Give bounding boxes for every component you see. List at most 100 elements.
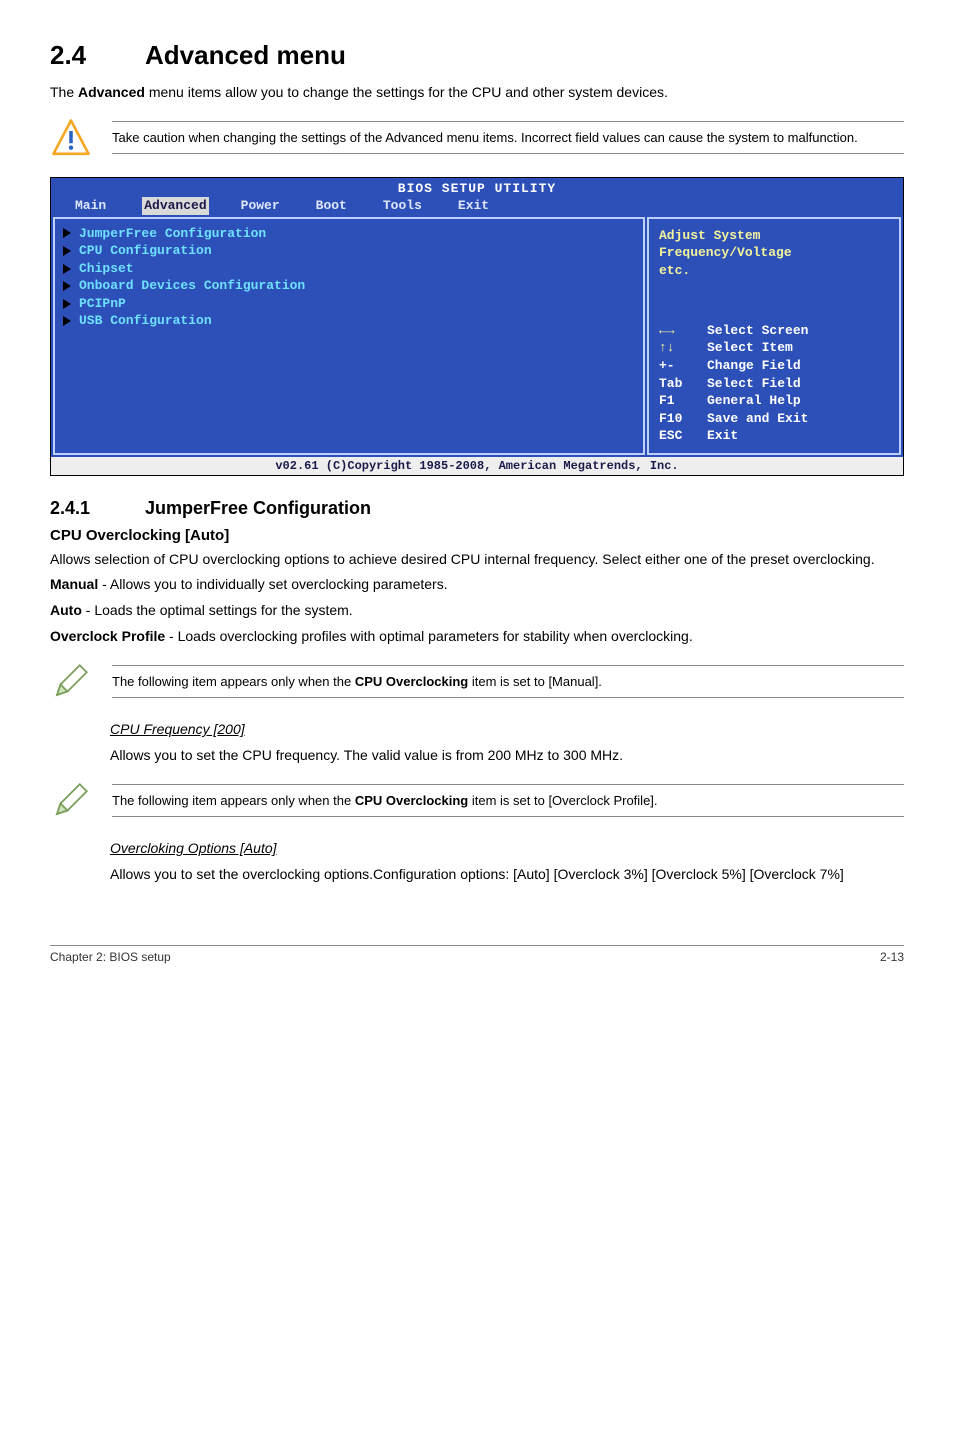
ocp-text: - Loads overclocking profiles with optim… bbox=[165, 628, 693, 644]
bios-key: ESC bbox=[659, 427, 707, 445]
bios-item-jumperfree: JumperFree Configuration bbox=[63, 225, 635, 243]
bios-help-text: Adjust System Frequency/Voltage etc. bbox=[659, 227, 889, 280]
note1-suffix: item is set to [Manual]. bbox=[468, 674, 602, 689]
bios-screenshot: BIOS SETUP UTILITY Main Advanced Power B… bbox=[50, 177, 904, 476]
bios-menu-power: Power bbox=[241, 197, 298, 215]
bios-key: F1 bbox=[659, 392, 707, 410]
caution-callout: Take caution when changing the settings … bbox=[50, 117, 904, 159]
note-callout-1: The following item appears only when the… bbox=[50, 660, 904, 702]
note2-suffix: item is set to [Overclock Profile]. bbox=[468, 793, 657, 808]
bios-key-row: TabSelect Field bbox=[659, 375, 889, 393]
bios-key: ←→ bbox=[659, 322, 707, 340]
bios-key: ↑↓ bbox=[659, 339, 707, 357]
bios-item-cpuconfig: CPU Configuration bbox=[63, 242, 635, 260]
subsection-heading: 2.4.1JumperFree Configuration bbox=[50, 498, 904, 519]
intro-bold: Advanced bbox=[78, 84, 145, 100]
manual-line: Manual - Allows you to individually set … bbox=[50, 575, 904, 595]
bios-key-row: +-Change Field bbox=[659, 357, 889, 375]
bios-key-desc: Select Item bbox=[707, 339, 793, 357]
bios-help-line: etc. bbox=[659, 262, 889, 280]
oc-options-text: Allows you to set the overclocking optio… bbox=[110, 865, 904, 885]
bios-key: +- bbox=[659, 357, 707, 375]
bios-key: Tab bbox=[659, 375, 707, 393]
note-text-2: The following item appears only when the… bbox=[112, 784, 904, 817]
subsection-num: 2.4.1 bbox=[50, 498, 145, 519]
page-heading: 2.4Advanced menu bbox=[50, 40, 904, 71]
heading-title: Advanced menu bbox=[145, 40, 346, 70]
ocp-label: Overclock Profile bbox=[50, 628, 165, 644]
bios-help-line: Frequency/Voltage bbox=[659, 244, 889, 262]
bios-left-panel: JumperFree Configuration CPU Configurati… bbox=[53, 217, 645, 455]
bios-key-row: F1General Help bbox=[659, 392, 889, 410]
bios-menu-exit: Exit bbox=[458, 197, 507, 215]
caution-text: Take caution when changing the settings … bbox=[112, 121, 904, 154]
bios-item-onboard: Onboard Devices Configuration bbox=[63, 277, 635, 295]
bios-item-label: CPU Configuration bbox=[79, 242, 212, 260]
intro-suffix: menu items allow you to change the setti… bbox=[145, 84, 668, 100]
cpu-overclocking-desc: Allows selection of CPU overclocking opt… bbox=[50, 550, 904, 570]
bios-key-legend: ←→Select Screen ↑↓Select Item +-Change F… bbox=[659, 322, 889, 445]
subsection-title: JumperFree Configuration bbox=[145, 498, 371, 518]
triangle-icon bbox=[63, 299, 71, 309]
bios-footer: v02.61 (C)Copyright 1985-2008, American … bbox=[51, 457, 903, 475]
bios-item-label: Chipset bbox=[79, 260, 134, 278]
bios-key: F10 bbox=[659, 410, 707, 428]
bios-key-desc: Select Screen bbox=[707, 322, 808, 340]
note2-bold: CPU Overclocking bbox=[355, 793, 468, 808]
bios-right-panel: Adjust System Frequency/Voltage etc. ←→S… bbox=[647, 217, 901, 455]
bios-key-desc: General Help bbox=[707, 392, 801, 410]
cpu-freq-block: CPU Frequency [200] Allows you to set th… bbox=[110, 720, 904, 765]
bios-menu-tools: Tools bbox=[383, 197, 440, 215]
bios-menu-advanced: Advanced bbox=[142, 197, 208, 215]
bios-key-row: ↑↓Select Item bbox=[659, 339, 889, 357]
bios-menu-boot: Boot bbox=[316, 197, 365, 215]
triangle-icon bbox=[63, 264, 71, 274]
manual-text: - Allows you to individually set overclo… bbox=[98, 576, 447, 592]
bios-key-row: ESCExit bbox=[659, 427, 889, 445]
bios-key-row: F10Save and Exit bbox=[659, 410, 889, 428]
bios-menu-main: Main bbox=[75, 197, 124, 215]
oc-options-heading: Overcloking Options [Auto] bbox=[110, 840, 277, 856]
bios-menubar: Main Advanced Power Boot Tools Exit bbox=[51, 197, 903, 217]
triangle-icon bbox=[63, 246, 71, 256]
cpu-freq-text: Allows you to set the CPU frequency. The… bbox=[110, 746, 904, 766]
bios-item-chipset: Chipset bbox=[63, 260, 635, 278]
auto-line: Auto - Loads the optimal settings for th… bbox=[50, 601, 904, 621]
bios-key-row: ←→Select Screen bbox=[659, 322, 889, 340]
intro-prefix: The bbox=[50, 84, 78, 100]
page-footer: Chapter 2: BIOS setup 2-13 bbox=[50, 945, 904, 964]
intro-paragraph: The Advanced menu items allow you to cha… bbox=[50, 83, 904, 103]
note2-prefix: The following item appears only when the bbox=[112, 793, 355, 808]
pencil-icon bbox=[50, 779, 92, 821]
bios-item-usbconfig: USB Configuration bbox=[63, 312, 635, 330]
bios-item-label: JumperFree Configuration bbox=[79, 225, 266, 243]
ocp-line: Overclock Profile - Loads overclocking p… bbox=[50, 627, 904, 647]
bios-help-line: Adjust System bbox=[659, 227, 889, 245]
note1-prefix: The following item appears only when the bbox=[112, 674, 355, 689]
note1-bold: CPU Overclocking bbox=[355, 674, 468, 689]
heading-num: 2.4 bbox=[50, 40, 145, 71]
footer-right: 2-13 bbox=[880, 950, 904, 964]
oc-options-block: Overcloking Options [Auto] Allows you to… bbox=[110, 839, 904, 884]
auto-text: - Loads the optimal settings for the sys… bbox=[82, 602, 353, 618]
warning-icon bbox=[50, 117, 92, 159]
cpu-freq-heading: CPU Frequency [200] bbox=[110, 721, 245, 737]
bios-key-desc: Save and Exit bbox=[707, 410, 808, 428]
bios-item-label: PCIPnP bbox=[79, 295, 126, 313]
auto-label: Auto bbox=[50, 602, 82, 618]
bios-key-desc: Select Field bbox=[707, 375, 801, 393]
footer-left: Chapter 2: BIOS setup bbox=[50, 950, 171, 964]
manual-label: Manual bbox=[50, 576, 98, 592]
bios-title: BIOS SETUP UTILITY bbox=[51, 178, 903, 198]
pencil-icon bbox=[50, 660, 92, 702]
bios-item-label: Onboard Devices Configuration bbox=[79, 277, 305, 295]
bios-key-desc: Exit bbox=[707, 427, 738, 445]
bios-item-pcipnp: PCIPnP bbox=[63, 295, 635, 313]
triangle-icon bbox=[63, 281, 71, 291]
cpu-overclocking-heading: CPU Overclocking [Auto] bbox=[50, 527, 904, 544]
bios-key-desc: Change Field bbox=[707, 357, 801, 375]
triangle-icon bbox=[63, 228, 71, 238]
note-text-1: The following item appears only when the… bbox=[112, 665, 904, 698]
note-callout-2: The following item appears only when the… bbox=[50, 779, 904, 821]
bios-item-label: USB Configuration bbox=[79, 312, 212, 330]
